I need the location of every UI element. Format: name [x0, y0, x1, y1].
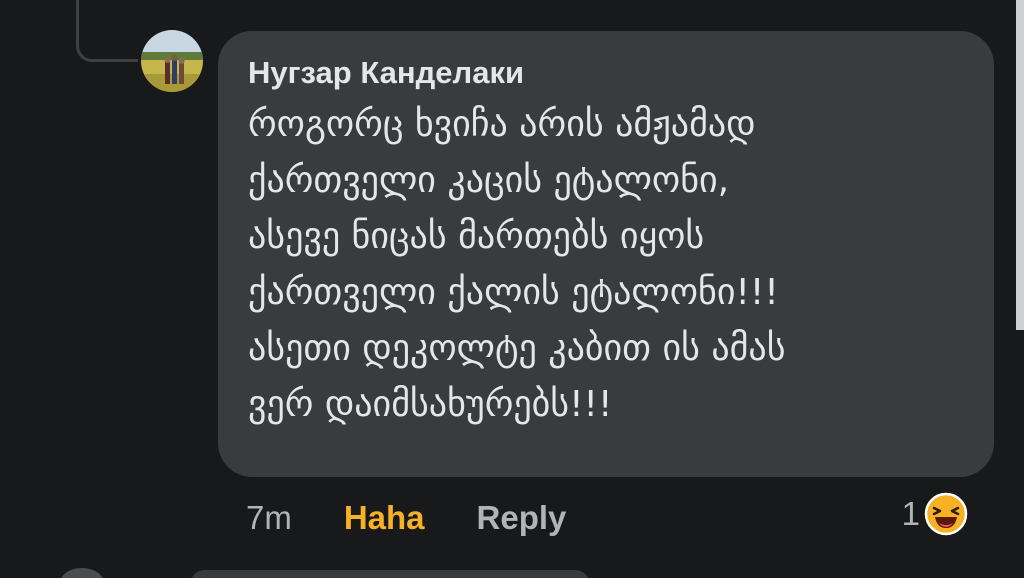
- comment-text-line: ქართველი კაცის ეტალონი,: [248, 160, 730, 201]
- next-comment-bubble: [190, 570, 590, 578]
- reply-thread-connector: [76, 0, 138, 62]
- comment-timestamp[interactable]: 7m: [246, 499, 292, 537]
- laughing-emoji-icon: [924, 492, 968, 536]
- avatar-photo: [141, 30, 203, 92]
- reaction-count: 1: [901, 495, 920, 532]
- comment-text-line: ასევე ნიცას მართებს იყოს: [248, 216, 705, 257]
- reply-button[interactable]: Reply: [477, 499, 567, 537]
- comment-text: როგორც ხვიჩა არის ამჟამად ქართველი კაცის…: [248, 97, 964, 433]
- comment-author[interactable]: Нугзар Канделаки: [248, 53, 964, 93]
- comment-thread: Нугзар Канделаки როგორც ხვიჩა არის ამჟამ…: [0, 0, 1024, 578]
- comment-text-line: როგორც ხვიჩა არის ამჟამად: [248, 104, 756, 145]
- scrollbar[interactable]: [1016, 0, 1024, 330]
- comment-text-line: ასეთი დეკოლტე კაბით ის ამას: [248, 328, 786, 369]
- next-comment-avatar[interactable]: [60, 568, 104, 578]
- comment-bubble: Нугзар Канделаки როგორც ხვიჩა არის ამჟამ…: [218, 31, 994, 477]
- comment-text-line: ვერ დაიმსახურებს!!!: [248, 384, 613, 425]
- comment-actions: 7m Haha Reply: [246, 494, 566, 542]
- comment-text-line: ქართველი ქალის ეტალონი!!!: [248, 272, 779, 313]
- haha-reaction-button[interactable]: Haha: [344, 499, 425, 537]
- reaction-summary[interactable]: 1: [902, 490, 968, 538]
- avatar[interactable]: [141, 30, 203, 92]
